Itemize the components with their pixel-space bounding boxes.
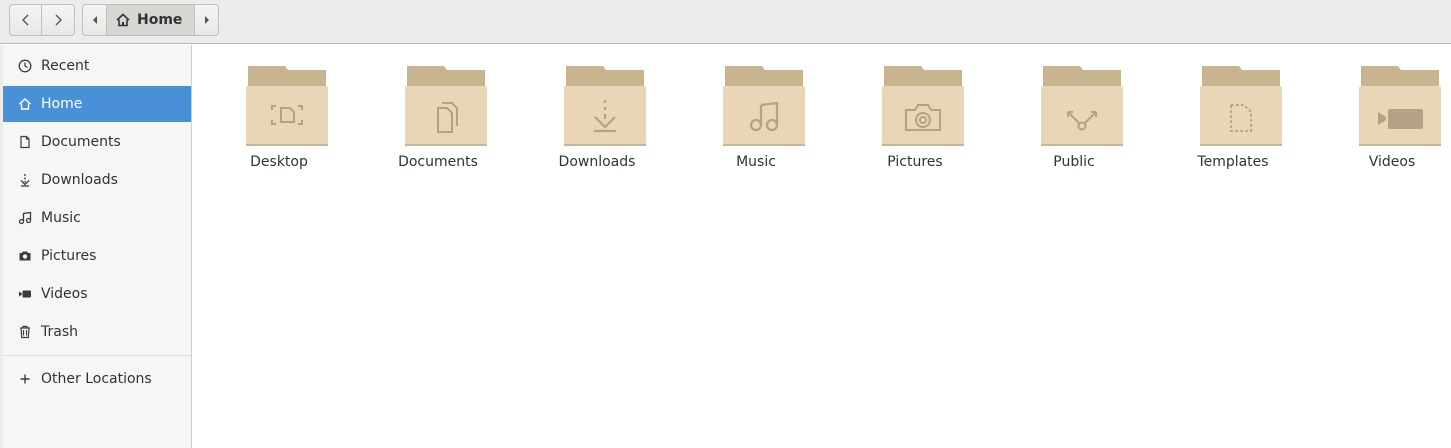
folder-icon: [246, 66, 328, 146]
sidebar-item-label: Music: [41, 210, 81, 226]
navigation-buttons: [9, 4, 75, 36]
sidebar-item-music[interactable]: Music: [3, 200, 191, 236]
sidebar-item-label: Other Locations: [41, 371, 152, 387]
folder-pictures[interactable]: Pictures: [840, 65, 990, 175]
sidebar-item-videos[interactable]: Videos: [3, 276, 191, 312]
folder-videos[interactable]: Videos: [1317, 65, 1451, 175]
folder-label: Music: [736, 154, 776, 170]
sidebar-item-label: Recent: [41, 58, 90, 74]
clock-icon: [17, 58, 33, 74]
folder-music[interactable]: Music: [681, 65, 831, 175]
folder-label: Pictures: [887, 154, 943, 170]
download-icon: [17, 172, 33, 188]
folder-icon: [1359, 66, 1441, 146]
folder-public[interactable]: Public: [999, 65, 1149, 175]
folder-label: Downloads: [558, 154, 636, 170]
sidebar-item-label: Downloads: [41, 172, 118, 188]
music-icon: [17, 210, 33, 226]
back-button[interactable]: [9, 4, 42, 36]
sidebar-item-label: Home: [41, 96, 83, 112]
folder-label: Desktop: [250, 154, 308, 170]
folder-icon: [882, 66, 964, 146]
document-icon: [17, 134, 33, 150]
path-scroll-right-button[interactable]: [194, 4, 220, 36]
sidebar-item-recent[interactable]: Recent: [3, 48, 191, 84]
sidebar-item-label: Documents: [41, 134, 121, 150]
folder-icon: [723, 66, 805, 146]
folder-templates[interactable]: Templates: [1158, 65, 1308, 175]
folder-icon: [1041, 66, 1123, 146]
path-home-button[interactable]: Home: [107, 4, 195, 36]
path-scroll-left-button[interactable]: [82, 4, 107, 36]
sidebar-separator: [3, 355, 191, 356]
path-current-label: Home: [137, 12, 183, 28]
video-icon: [17, 286, 33, 302]
folder-label: Public: [1053, 154, 1095, 170]
sidebar-item-label: Trash: [41, 324, 78, 340]
folder-icon: [405, 66, 487, 146]
folder-icon: [564, 66, 646, 146]
folder-downloads[interactable]: Downloads: [522, 65, 672, 175]
folder-desktop[interactable]: Desktop: [204, 65, 354, 175]
sidebar-item-label: Pictures: [41, 248, 97, 264]
sidebar-item-documents[interactable]: Documents: [3, 124, 191, 160]
folder-label: Videos: [1368, 154, 1416, 170]
places-sidebar: Recent Home Documents Downloads Music Pi…: [0, 45, 192, 448]
camera-icon: [17, 248, 33, 264]
header-bar: Home: [0, 0, 1451, 44]
trash-icon: [17, 324, 33, 340]
folder-label: Documents: [398, 154, 478, 170]
chevron-right-icon: [55, 14, 62, 26]
folder-icon: [1200, 66, 1282, 146]
chevron-left-icon: [21, 14, 28, 26]
sidebar-item-trash[interactable]: Trash: [3, 314, 191, 350]
folder-documents[interactable]: Documents: [363, 65, 513, 175]
sidebar-item-downloads[interactable]: Downloads: [3, 162, 191, 198]
triangle-left-icon: [92, 16, 97, 24]
home-icon: [17, 96, 33, 112]
plus-icon: [17, 371, 33, 387]
home-icon: [116, 13, 130, 27]
sidebar-item-pictures[interactable]: Pictures: [3, 238, 191, 274]
sidebar-item-label: Videos: [41, 286, 88, 302]
file-view: Desktop Documents Downloads Music Pictur…: [192, 45, 1451, 448]
path-bar: Home: [82, 4, 220, 36]
sidebar-item-other-locations[interactable]: Other Locations: [3, 361, 191, 397]
triangle-right-icon: [204, 16, 209, 24]
folder-label: Templates: [1197, 154, 1269, 170]
sidebar-item-home[interactable]: Home: [3, 86, 191, 122]
forward-button[interactable]: [42, 4, 75, 36]
